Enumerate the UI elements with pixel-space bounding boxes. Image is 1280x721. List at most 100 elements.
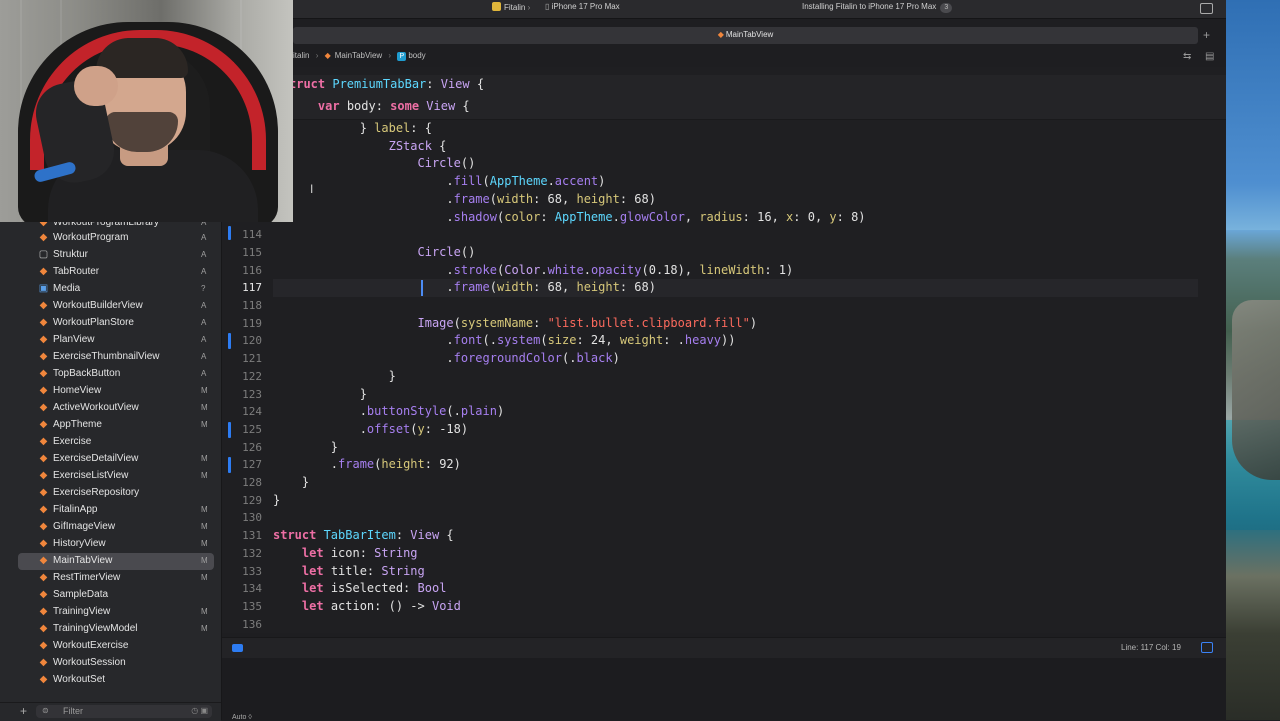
file-item[interactable]: ◆ HomeView M — [18, 383, 214, 400]
source-control-status: M — [201, 556, 208, 565]
source-control-status: M — [201, 539, 208, 548]
swift-file-icon: ◆ — [39, 657, 48, 668]
change-indicator[interactable] — [228, 333, 231, 349]
recent-files-icon[interactable]: ◷ ▣ — [191, 706, 208, 715]
file-item[interactable]: ◆ MainTabView M — [18, 553, 214, 570]
file-item[interactable]: ◆ WorkoutProgram A — [18, 230, 214, 247]
split-view-icon[interactable] — [1201, 642, 1213, 653]
code-line: let icon: String — [301, 545, 418, 560]
add-file-icon[interactable]: + — [20, 704, 27, 718]
swift-file-icon: ◆ — [39, 402, 48, 413]
swift-file-icon: ◆ — [39, 470, 48, 481]
chevron-right-icon: › — [315, 51, 319, 60]
swift-file-icon: ◆ — [39, 640, 48, 651]
file-item[interactable]: ◆ PlanView A — [18, 332, 214, 349]
file-item[interactable]: ◆ WorkoutPlanStore A — [18, 315, 214, 332]
swift-file-icon: ◆ — [39, 266, 48, 277]
source-control-status: A — [201, 335, 207, 344]
editor-tab-bar: ◆ MainTabView — [293, 27, 1198, 44]
swift-file-icon: ◆ — [39, 351, 48, 362]
code-line: .font(.system(size: 24, weight: .heavy)) — [273, 333, 736, 348]
file-name: SampleData — [53, 589, 109, 600]
change-indicator[interactable] — [228, 457, 231, 473]
file-item[interactable]: ◆ HistoryView M — [18, 536, 214, 553]
filter-input[interactable]: ⊜ Filter ◷ ▣ — [36, 705, 212, 718]
swift-file-icon: ◆ — [39, 521, 48, 532]
code-line: let action: () -> Void — [301, 598, 461, 613]
inspector-toggle-icon[interactable] — [1200, 3, 1213, 14]
code-line: } — [273, 386, 367, 401]
file-name: TrainingViewModel — [53, 623, 138, 634]
line-number: 126 — [242, 440, 262, 454]
file-item[interactable]: ◆ AppTheme M — [18, 417, 214, 434]
file-name: FitalinApp — [53, 504, 98, 515]
file-item[interactable]: ◆ ExerciseThumbnailView A — [18, 349, 214, 366]
file-item[interactable]: ◆ WorkoutExercise — [18, 638, 214, 655]
file-name: TabRouter — [53, 266, 100, 277]
line-number: 132 — [242, 546, 262, 560]
file-item[interactable]: ◆ Exercise — [18, 434, 214, 451]
breadcrumb-symbol[interactable]: body — [408, 51, 425, 60]
code-line: .frame(width: 68, height: 68) — [273, 191, 656, 206]
breadcrumb-file[interactable]: MainTabView — [335, 51, 382, 60]
file-item[interactable]: ◆ GifImageView M — [18, 519, 214, 536]
destination-selector[interactable]: ▯ iPhone 17 Pro Max — [545, 2, 620, 11]
debug-area-toggle-icon[interactable] — [232, 644, 243, 652]
file-item[interactable]: ◆ RestTimerView M — [18, 570, 214, 587]
swift-file-icon: ◆ — [39, 538, 48, 549]
change-indicator[interactable] — [228, 226, 231, 240]
file-item[interactable]: ◆ ExerciseListView M — [18, 468, 214, 485]
source-control-status: M — [201, 522, 208, 531]
swift-file-icon: ◆ — [39, 222, 48, 228]
line-number: 123 — [242, 387, 262, 401]
source-control-status: A — [201, 267, 207, 276]
file-item[interactable]: ◆ ExerciseRepository — [18, 485, 214, 502]
code-line: } label: { — [273, 121, 432, 135]
line-number: 124 — [242, 405, 262, 419]
swift-file-icon: ◆ — [39, 504, 48, 515]
file-name: WorkoutPlanStore — [53, 317, 134, 328]
file-name: HomeView — [53, 385, 102, 396]
breadcrumb-project[interactable]: italin — [293, 51, 309, 60]
tab-main-tab-view[interactable]: ◆ MainTabView — [293, 30, 1198, 39]
line-number: 133 — [242, 564, 262, 578]
file-item[interactable]: ▣ Media? — [18, 281, 214, 298]
file-name: PlanView — [53, 334, 95, 345]
code-line: Image(systemName: "list.bullet.clipboard… — [417, 315, 758, 330]
editor-options-icon[interactable]: ▤ — [1205, 51, 1214, 62]
adjust-editor-icon[interactable]: ⇆ — [1183, 51, 1191, 62]
code-line: struct TabBarItem: View { — [273, 528, 454, 543]
file-item[interactable]: ◆ SampleData — [18, 587, 214, 604]
file-item[interactable]: ◆ ActiveWorkoutView M — [18, 400, 214, 417]
sticky-code-line: truct PremiumTabBar: View { — [289, 77, 485, 91]
scheme-selector[interactable]: Fitalin › — [492, 2, 530, 12]
file-item[interactable]: ◆ WorkoutSet — [18, 672, 214, 689]
text-cursor — [421, 280, 423, 296]
activity-status: Installing Fitalin to iPhone 17 Pro Max 3 — [802, 2, 953, 13]
file-item[interactable]: ▢ Struktur A — [18, 247, 214, 264]
file-name: WorkoutSet — [53, 674, 106, 685]
source-control-status: A — [201, 318, 207, 327]
file-item[interactable]: ◆ ExerciseDetailView M — [18, 451, 214, 468]
sticky-code-line: var body: some View { — [317, 99, 470, 113]
file-item[interactable]: ◆ WorkoutSession — [18, 655, 214, 672]
code-line: .frame(width: 68, height: 68) — [273, 280, 656, 295]
chevron-right-icon: › — [388, 51, 392, 60]
file-name: WorkoutBuilderView — [53, 300, 143, 311]
file-item[interactable]: ◆ TabRouter A — [18, 264, 214, 281]
file-item[interactable]: ◆ TopBackButton A — [18, 366, 214, 383]
file-item[interactable]: ◆ WorkoutBuilderView A — [18, 298, 214, 315]
file-item[interactable]: ◆ FitalinApp M — [18, 502, 214, 519]
add-tab-icon[interactable]: + — [1203, 28, 1210, 42]
file-item[interactable]: ◆ TrainingViewModel M — [18, 621, 214, 638]
source-control-status: M — [201, 454, 208, 463]
file-name: ExerciseDetailView — [53, 453, 139, 464]
source-control-status: A — [201, 233, 207, 242]
line-number: 117 — [242, 281, 262, 295]
change-indicator[interactable] — [228, 422, 231, 438]
cursor-position: Line: 117 Col: 19 — [1121, 643, 1181, 652]
code-line: } — [273, 492, 281, 507]
swift-file-icon: ◆ — [39, 436, 48, 447]
swift-file-icon: ◆ — [717, 30, 724, 39]
file-item[interactable]: ◆ TrainingView M — [18, 604, 214, 621]
